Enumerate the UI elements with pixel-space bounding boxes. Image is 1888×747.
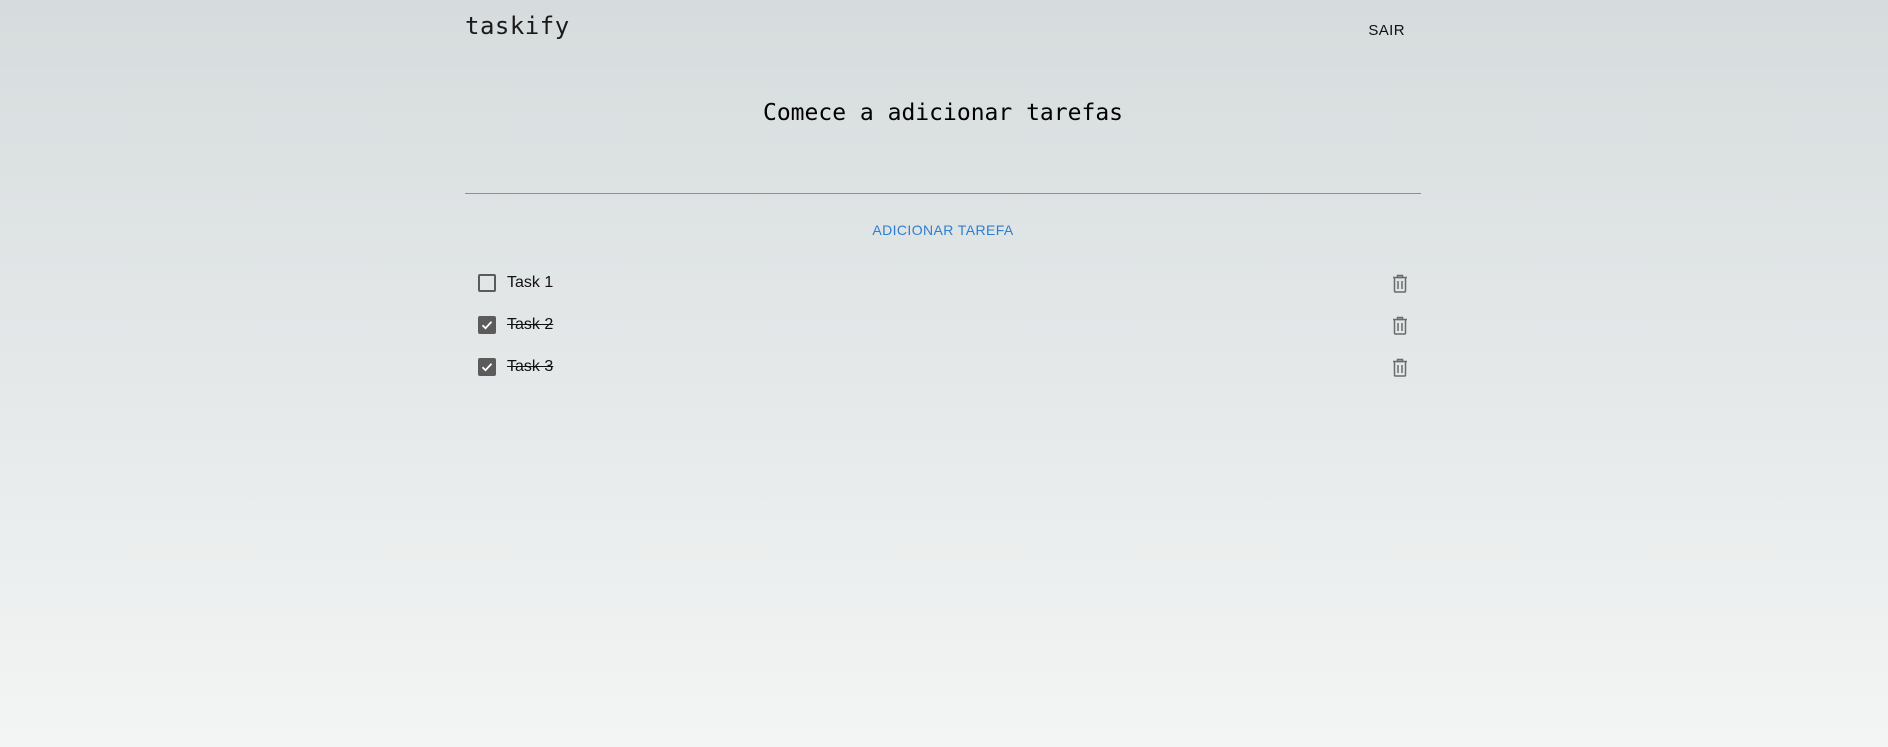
trash-icon[interactable] [1387,312,1413,338]
task-label: Task 2 [507,316,554,333]
task-label: Task 3 [507,358,554,375]
app-logo: taskify [465,12,570,40]
app-container: taskify SAIR Comece a adicionar tarefas … [465,0,1421,377]
add-task-button[interactable]: ADICIONAR TAREFA [862,216,1023,244]
task-checkbox[interactable] [478,274,496,292]
task-checkbox[interactable] [478,316,496,334]
trash-icon[interactable] [1387,270,1413,296]
task-input[interactable] [465,160,1421,194]
page-title: Comece a adicionar tarefas [762,100,1124,126]
task-list: Task 1 Task 2 Task 3 [465,262,1421,388]
app-header: taskify SAIR [465,0,1421,60]
check-icon [481,363,493,372]
task-item: Task 3 [465,346,1421,388]
task-item: Task 2 [465,304,1421,346]
check-icon [481,321,493,330]
task-label: Task 1 [507,274,554,291]
trash-icon[interactable] [1387,354,1413,380]
task-checkbox[interactable] [478,358,496,376]
logout-button[interactable]: SAIR [1356,16,1417,45]
task-item: Task 1 [465,262,1421,304]
